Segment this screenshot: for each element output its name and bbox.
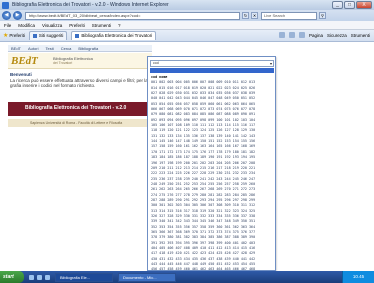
menu-edit[interactable]: Modifica [18, 23, 35, 28]
ie-launch-icon[interactable] [29, 274, 34, 280]
close-button[interactable]: X [356, 1, 372, 9]
print-icon[interactable] [298, 32, 305, 38]
stop-icon[interactable]: ✕ [251, 12, 258, 19]
chevron-down-icon[interactable]: ▾ [270, 61, 272, 66]
site-nav-item[interactable]: Bibliografia [78, 46, 98, 51]
site-banner: Bibliografia Elettronica dei Trovatori -… [8, 102, 152, 116]
tab-bedt[interactable]: Bibliografia Elettronica dei Trovatori [71, 31, 157, 40]
search-icon[interactable]: ⚲ [319, 12, 326, 19]
site-nav: BEdT Autori Testi Cerca Bibliografia [8, 45, 152, 52]
start-button[interactable]: start [0, 271, 24, 283]
menu-favorites[interactable]: Preferiti [69, 23, 85, 28]
menu-help[interactable]: ? [118, 23, 121, 28]
desktop-launch-icon[interactable] [37, 274, 42, 280]
site-footer: Sapienza Università di Roma - Facoltà di… [8, 119, 152, 127]
maximize-button[interactable]: □ [344, 1, 355, 9]
url-input[interactable]: http://www.bedt.it/BEdT_03_20/dbbeat_cer… [25, 11, 240, 20]
quick-launch [29, 274, 50, 280]
security-menu[interactable]: Sicurezza [327, 33, 347, 38]
page-icon [32, 33, 37, 38]
site-header: BEdT Bibliografia Elettronica dei Trovat… [8, 53, 152, 69]
window-title: Bibliografia Elettronica dei Trovatori -… [12, 2, 169, 8]
code-select-value: cod [153, 61, 159, 65]
tools-menu[interactable]: Strumenti [351, 33, 370, 38]
feeds-icon[interactable] [288, 32, 295, 38]
tab-label: Bibliografia Elettronica dei Trovatori [81, 33, 153, 38]
menu-view[interactable]: Visualizza [42, 23, 62, 28]
forward-button[interactable]: ▶ [13, 11, 22, 20]
tab-label: Siti suggeriti [38, 33, 64, 38]
command-bar: Pagina Sicurezza Strumenti [278, 32, 370, 38]
site-nav-item[interactable]: BEdT [11, 46, 21, 51]
window-titlebar: Bibliografia Elettronica dei Trovatori -… [0, 0, 374, 10]
favorites-label[interactable]: Preferiti [9, 33, 25, 38]
window-controls: _ □ X [332, 1, 372, 9]
code-dropdown-popup[interactable]: cod ▾ cod nome 001 002 003 004 005 006 0… [147, 56, 276, 271]
selected-option-highlight[interactable] [150, 68, 274, 73]
page-menu[interactable]: Pagina [309, 33, 323, 38]
menu-bar: File Modifica Visualizza Preferiti Strum… [0, 21, 374, 30]
site-subtitle-secondary: dei Trovatori [53, 61, 73, 65]
code-option-list[interactable]: cod nome 001 002 003 004 005 006 007 008… [151, 75, 275, 273]
taskbar-item-document[interactable]: Documento - Mic... [118, 272, 176, 282]
page-icon [75, 33, 80, 38]
favorites-star-icon[interactable]: ★ [3, 32, 8, 39]
media-launch-icon[interactable] [45, 274, 50, 280]
menu-file[interactable]: File [4, 23, 11, 28]
bedt-logo: BEdT [11, 55, 38, 67]
site-nav-item[interactable]: Autori [28, 46, 38, 51]
system-clock: 10.45 [342, 271, 374, 283]
home-icon[interactable] [278, 32, 285, 38]
welcome-block: Benvenuti La ricerca può essere effettua… [10, 72, 150, 89]
site-nav-item[interactable]: Cerca [61, 46, 72, 51]
back-button[interactable]: ◀ [2, 11, 11, 20]
page-content: BEdT Autori Testi Cerca Bibliografia BEd… [0, 43, 374, 271]
taskbar: start Bibliografia Ele... Documento - Mi… [0, 271, 374, 283]
minimize-button[interactable]: _ [332, 1, 343, 9]
menu-tools[interactable]: Strumenti [92, 23, 111, 28]
taskbar-item-bedt[interactable]: Bibliografia Ele... [55, 272, 113, 282]
ie-app-icon [2, 1, 9, 9]
code-select[interactable]: cod ▾ [150, 60, 274, 67]
tab-suggested-sites[interactable]: Siti suggeriti [28, 31, 68, 40]
site-nav-item[interactable]: Testi [45, 46, 53, 51]
tab-bar: ★ Preferiti Siti suggeriti Bibliografia … [0, 30, 374, 42]
search-input[interactable]: Live Search [261, 11, 317, 20]
refresh-icon[interactable]: ↻ [242, 12, 249, 19]
address-bar: ◀ ▶ http://www.bedt.it/BEdT_03_20/dbbeat… [0, 10, 374, 21]
welcome-text: La ricerca può essere effettuata attrave… [10, 77, 148, 89]
